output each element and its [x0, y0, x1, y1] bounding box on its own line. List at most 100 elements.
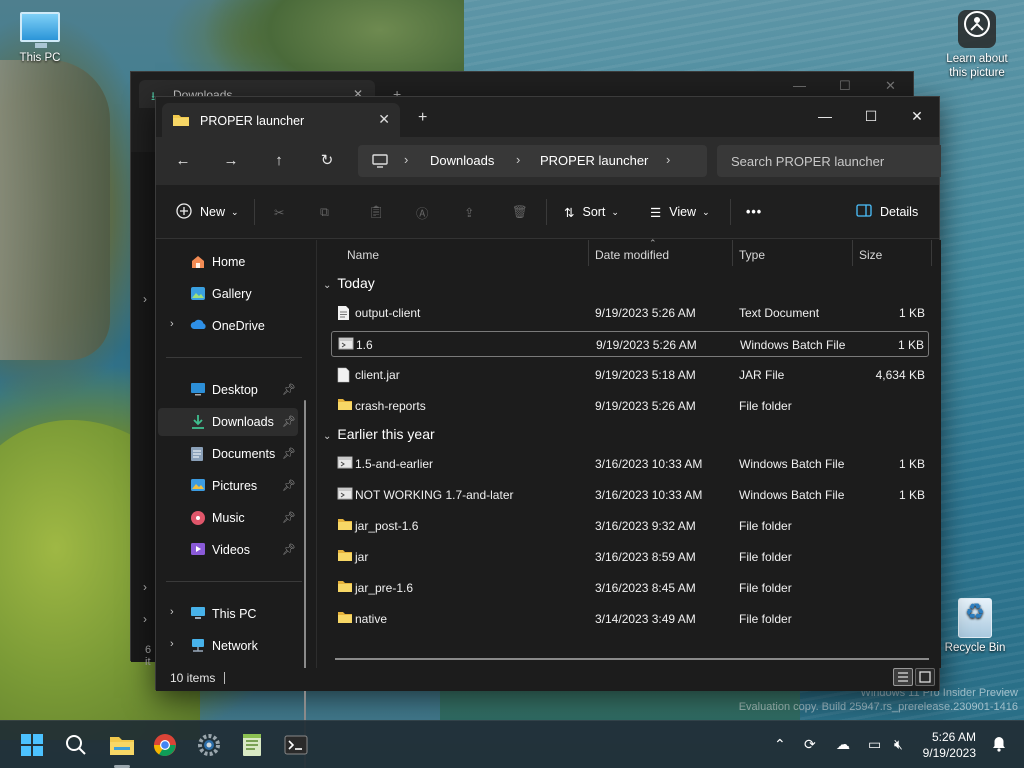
file-explorer-window[interactable]: PROPER launcher ✕ + — ☐ ✕ ← → ↑ ↻ › Down…: [155, 96, 941, 768]
paste-icon[interactable]: 📋︎: [368, 199, 384, 225]
nav-item-gallery[interactable]: Gallery: [158, 280, 298, 308]
pin-icon[interactable]: 📌︎: [282, 447, 296, 460]
group-header-earlier[interactable]: ⌄ Earlier this year: [323, 426, 435, 442]
column-divider[interactable]: [732, 240, 733, 266]
file-explorer-icon[interactable]: [108, 731, 136, 759]
volume-muted-icon[interactable]: 🔇︎: [894, 736, 903, 753]
details-view-icon[interactable]: [893, 668, 913, 686]
network-tray-icon[interactable]: ▭: [868, 736, 881, 753]
pin-icon[interactable]: 📌︎: [282, 511, 296, 524]
file-date: 3/16/2023 10:33 AM: [595, 457, 703, 471]
nav-item-downloads[interactable]: Downloads 📌︎: [158, 408, 298, 436]
search-icon[interactable]: [62, 731, 90, 759]
settings-gear-icon[interactable]: [195, 731, 223, 759]
nav-item-pictures[interactable]: Pictures 📌︎: [158, 472, 298, 500]
refresh-icon[interactable]: ↻: [313, 149, 341, 173]
onedrive-tray-icon[interactable]: ☁: [836, 736, 850, 753]
maximize-button[interactable]: ☐: [848, 101, 894, 131]
address-bar[interactable]: › Downloads › PROPER launcher ›: [358, 145, 707, 177]
column-header-name[interactable]: Name: [347, 240, 379, 266]
desktop-icon-learn[interactable]: Learn about this picture: [937, 10, 1017, 80]
sort-button[interactable]: ⇅ Sort ⌄: [564, 199, 619, 225]
table-row[interactable]: jar_pre-1.6 3/16/2023 8:45 AM File folder: [331, 575, 929, 601]
chevron-right-icon[interactable]: ›: [516, 152, 520, 167]
desktop-icon-recycle-bin[interactable]: ♻ Recycle Bin: [937, 598, 1013, 654]
chevron-right-icon[interactable]: ›: [666, 152, 670, 167]
more-options-button[interactable]: •••: [746, 199, 762, 225]
divider: [254, 199, 255, 225]
chevron-right-icon[interactable]: ›: [404, 152, 408, 167]
breadcrumb-downloads[interactable]: Downloads: [430, 153, 494, 168]
tiles-view-icon[interactable]: [915, 668, 935, 686]
batch-file-icon: [337, 487, 353, 503]
chevron-right-icon[interactable]: ›: [143, 292, 147, 306]
start-windows-icon[interactable]: [18, 731, 46, 759]
table-row[interactable]: crash-reports 9/19/2023 5:26 AM File folde…: [331, 393, 929, 419]
pin-icon[interactable]: 📌︎: [282, 415, 296, 428]
group-header-today[interactable]: ⌄ Today: [323, 275, 375, 291]
pin-icon[interactable]: 📌︎: [282, 383, 296, 396]
back-arrow-icon[interactable]: ←: [169, 149, 197, 173]
nav-item-this-pc[interactable]: › This PC: [158, 600, 298, 628]
copy-icon[interactable]: ⧉: [320, 199, 329, 225]
sync-icon[interactable]: ⟳: [804, 736, 816, 753]
column-divider[interactable]: [931, 240, 932, 266]
cut-icon[interactable]: ✂: [274, 199, 284, 225]
minimize-button[interactable]: —: [793, 78, 806, 93]
column-header-size[interactable]: Size: [859, 240, 882, 266]
breadcrumb-proper-launcher[interactable]: PROPER launcher: [540, 153, 648, 168]
notepad-plus-plus-icon[interactable]: [238, 731, 266, 759]
nav-item-music[interactable]: Music 📌︎: [158, 504, 298, 532]
nav-item-onedrive[interactable]: › OneDrive: [158, 312, 298, 340]
minimize-button[interactable]: —: [802, 101, 848, 131]
active-tab[interactable]: PROPER launcher ✕: [162, 103, 400, 137]
column-header-date[interactable]: Date modified: [595, 240, 669, 266]
chevron-right-icon[interactable]: ›: [143, 580, 147, 594]
table-row[interactable]: jar_post-1.6 3/16/2023 9:32 AM File folder: [331, 513, 929, 539]
table-row[interactable]: 1.6 9/19/2023 5:26 AM Windows Batch File 1 …: [331, 331, 929, 357]
up-arrow-icon[interactable]: ↑: [265, 149, 293, 173]
nav-item-home[interactable]: Home: [158, 248, 298, 276]
view-button[interactable]: ☰ View ⌄: [650, 199, 710, 225]
notification-bell-icon[interactable]: [992, 736, 1006, 755]
pin-icon[interactable]: 📌︎: [282, 543, 296, 556]
table-row[interactable]: native 3/14/2023 3:49 AM File folder: [331, 606, 929, 632]
nav-item-desktop[interactable]: Desktop 📌︎: [158, 376, 298, 404]
system-clock[interactable]: 5:26 AM 9/19/2023: [923, 729, 976, 761]
new-button[interactable]: New ⌄: [176, 199, 239, 225]
rename-icon[interactable]: Ⓐ: [416, 199, 429, 225]
pin-icon[interactable]: 📌︎: [282, 479, 296, 492]
table-row[interactable]: NOT WORKING 1.7-and-later 3/16/2023 10:33…: [331, 482, 929, 508]
share-icon[interactable]: ⇪: [464, 199, 474, 225]
chevron-right-icon[interactable]: ›: [170, 606, 174, 618]
chevron-up-icon[interactable]: ⌃: [774, 736, 786, 753]
table-row[interactable]: client.jar 9/19/2023 5:18 AM JAR File 4,634…: [331, 362, 929, 388]
column-divider[interactable]: [852, 240, 853, 266]
details-button[interactable]: Details: [856, 199, 918, 225]
divider: [730, 199, 731, 225]
table-row[interactable]: jar 3/16/2023 8:59 AM File folder: [331, 544, 929, 570]
chrome-icon[interactable]: [151, 731, 179, 759]
chevron-right-icon[interactable]: ›: [170, 318, 174, 330]
delete-icon[interactable]: 🗑︎: [512, 199, 528, 225]
desktop-icon-this-pc[interactable]: This PC: [2, 12, 78, 64]
forward-arrow-icon[interactable]: →: [217, 149, 245, 173]
column-header-type[interactable]: Type: [739, 240, 765, 266]
horizontal-scrollbar[interactable]: [335, 658, 929, 660]
close-tab-icon[interactable]: ✕: [378, 111, 390, 128]
terminal-icon[interactable]: [282, 731, 310, 759]
nav-item-documents[interactable]: Documents 📌︎: [158, 440, 298, 468]
nav-item-videos[interactable]: Videos 📌︎: [158, 536, 298, 564]
new-tab-button[interactable]: +: [418, 109, 427, 127]
close-button[interactable]: ✕: [894, 101, 940, 131]
search-input[interactable]: Search PROPER launcher: [717, 145, 941, 177]
chevron-right-icon[interactable]: ›: [170, 638, 174, 650]
close-button[interactable]: ✕: [885, 78, 896, 94]
column-divider[interactable]: [588, 240, 589, 266]
nav-pane-scrollbar[interactable]: [304, 400, 306, 768]
table-row[interactable]: 1.5-and-earlier 3/16/2023 10:33 AM Windows…: [331, 451, 929, 477]
table-row[interactable]: output-client 9/19/2023 5:26 AM Text Docum…: [331, 300, 929, 326]
chevron-right-icon[interactable]: ›: [143, 612, 147, 626]
nav-item-network[interactable]: › Network: [158, 632, 298, 660]
maximize-button[interactable]: ☐: [839, 78, 851, 94]
